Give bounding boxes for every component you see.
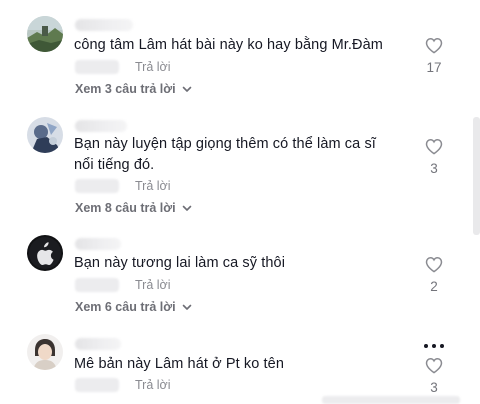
like-count: 17 [426, 60, 442, 75]
reply-button[interactable]: Trả lời [135, 378, 171, 392]
comment-meta: Trả lời [75, 177, 171, 195]
reply-button[interactable]: Trả lời [135, 278, 171, 292]
like-count: 3 [430, 161, 438, 176]
username[interactable] [75, 238, 121, 250]
avatar[interactable] [27, 16, 63, 52]
comment-text: Bạn này tương lai làm ca sỹ thôi [74, 255, 286, 271]
chevron-down-icon [182, 304, 191, 310]
heart-outline-icon [425, 357, 443, 374]
heart-outline-icon [425, 37, 443, 54]
view-replies-label: Xem 3 câu trả lời [75, 82, 176, 96]
comment-text: công tâm Lâm hát bài này ko hay bằng Mr.… [74, 37, 383, 53]
reply-button[interactable]: Trả lời [135, 179, 171, 193]
chevron-down-icon [182, 205, 191, 211]
next-comment-preview [322, 396, 460, 404]
comment-date [75, 278, 119, 292]
like-button[interactable]: 2 [420, 256, 448, 294]
avatar[interactable] [27, 334, 63, 370]
view-replies-button[interactable]: Xem 8 câu trả lời [75, 201, 192, 215]
view-replies-label: Xem 6 câu trả lời [75, 300, 176, 314]
like-button[interactable]: 3 [420, 357, 448, 395]
comment-date [75, 60, 119, 74]
chevron-down-icon [182, 86, 191, 92]
scrollbar[interactable] [473, 117, 480, 235]
username[interactable] [75, 120, 127, 132]
comment-text: Bạn này luyện tập giọng thêm có thể làm … [74, 136, 376, 173]
comment-meta: Trả lời [75, 276, 171, 294]
view-replies-label: Xem 8 câu trả lời [75, 201, 176, 215]
comment-date [75, 179, 119, 193]
avatar[interactable] [27, 235, 63, 271]
username[interactable] [75, 338, 121, 350]
username[interactable] [75, 19, 133, 31]
heart-outline-icon [425, 138, 443, 155]
like-count: 2 [430, 279, 438, 294]
comment-meta: Trả lời [75, 58, 171, 76]
reply-button[interactable]: Trả lời [135, 60, 171, 74]
heart-outline-icon [425, 256, 443, 273]
comment-meta: Trả lời [75, 376, 171, 394]
more-dots-icon[interactable] [424, 342, 444, 350]
comment-date [75, 378, 119, 392]
avatar[interactable] [27, 117, 63, 153]
like-count: 3 [430, 380, 438, 395]
view-replies-button[interactable]: Xem 6 câu trả lời [75, 300, 192, 314]
comment-text: Mê bản này Lâm hát ở Pt ko tên [74, 356, 284, 372]
view-replies-button[interactable]: Xem 3 câu trả lời [75, 82, 192, 96]
like-button[interactable]: 3 [420, 138, 448, 176]
like-button[interactable]: 17 [420, 37, 448, 75]
